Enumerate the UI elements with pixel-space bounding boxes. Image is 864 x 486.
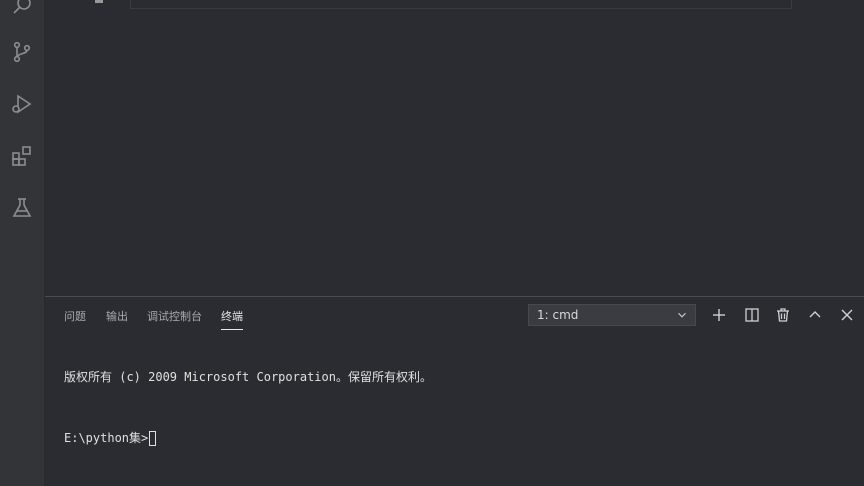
search-icon[interactable] <box>8 0 36 20</box>
editor-current-line <box>130 0 792 9</box>
terminal-selector-value: 1: cmd <box>537 308 579 322</box>
terminal-prompt: E:\python集> <box>64 431 149 445</box>
tab-output[interactable]: 输出 <box>106 308 128 329</box>
chevron-down-icon <box>678 312 686 318</box>
plus-icon <box>713 309 725 321</box>
terminal-output[interactable]: 版权所有 (c) 2009 Microsoft Corporation。保留所有… <box>64 341 854 475</box>
split-terminal-button[interactable] <box>742 305 762 325</box>
chevron-up-icon <box>809 311 821 318</box>
editor-cursor-mark <box>95 0 103 3</box>
tab-debug-console[interactable]: 调试控制台 <box>147 308 202 329</box>
activity-bar <box>0 0 45 486</box>
maximize-panel-button[interactable] <box>805 305 825 325</box>
bottom-panel: 问题 输出 调试控制台 终端 1: cmd 版权所有 (c) 2009 Micr… <box>45 296 864 486</box>
terminal-prompt-line: E:\python集> <box>64 430 854 447</box>
vscode-window: 问题 输出 调试控制台 终端 1: cmd 版权所有 (c) 2009 Micr… <box>0 0 864 486</box>
close-panel-button[interactable] <box>837 305 857 325</box>
panel-tabs: 问题 输出 调试控制台 终端 1: cmd <box>45 297 864 333</box>
editor-area[interactable] <box>45 0 864 296</box>
terminal-copyright-line: 版权所有 (c) 2009 Microsoft Corporation。保留所有… <box>64 370 432 384</box>
kill-terminal-button[interactable] <box>773 305 793 325</box>
source-control-icon[interactable] <box>8 38 36 66</box>
run-debug-icon[interactable] <box>8 90 36 118</box>
terminal-selector[interactable]: 1: cmd <box>528 304 696 326</box>
tab-terminal[interactable]: 终端 <box>221 308 243 330</box>
trash-icon <box>777 308 789 322</box>
extensions-icon[interactable] <box>8 142 36 170</box>
split-icon <box>745 308 759 322</box>
new-terminal-button[interactable] <box>709 305 729 325</box>
testing-flask-icon[interactable] <box>8 194 36 222</box>
close-icon <box>841 309 853 321</box>
tab-problems[interactable]: 问题 <box>64 308 86 329</box>
terminal-cursor <box>149 431 157 446</box>
